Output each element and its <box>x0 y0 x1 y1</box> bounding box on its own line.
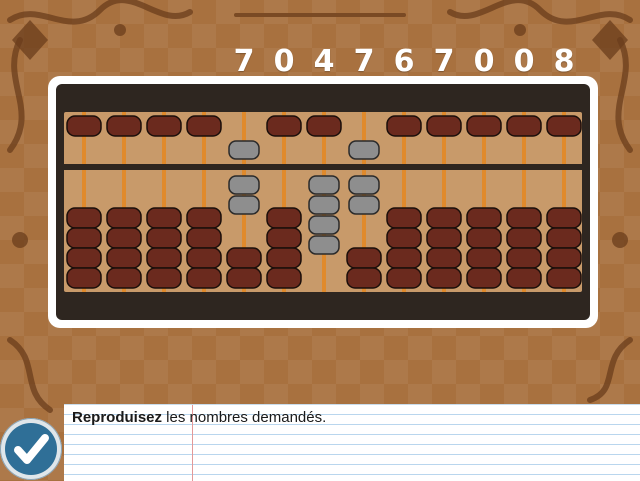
abacus-upper-bead <box>426 115 462 137</box>
abacus-lower-bead-active <box>348 195 380 215</box>
abacus-lower-bead <box>386 267 422 289</box>
target-digit: 4 <box>313 44 335 79</box>
abacus-lower-bead <box>106 227 142 249</box>
abacus-upper-bead <box>266 115 302 137</box>
title-underline <box>234 13 406 17</box>
abacus-lower-bead <box>346 267 382 289</box>
target-digit: 7 <box>433 44 455 79</box>
instruction-rest: les nombres demandés. <box>162 409 327 426</box>
validate-button[interactable] <box>0 418 62 480</box>
abacus-lower-bead <box>426 207 462 229</box>
abacus-lower-bead <box>426 227 462 249</box>
abacus-upper-bead <box>546 115 582 137</box>
target-digit: 7 <box>353 44 375 79</box>
abacus-lower-bead <box>386 207 422 229</box>
abacus-lower-bead <box>466 267 502 289</box>
abacus-lower-bead <box>146 207 182 229</box>
abacus-lower-bead <box>506 267 542 289</box>
abacus-lower-bead <box>146 267 182 289</box>
abacus-upper-bead <box>466 115 502 137</box>
target-digit: 6 <box>393 44 415 79</box>
abacus-lower-bead <box>66 247 102 269</box>
abacus-lower-bead <box>386 227 422 249</box>
target-digit: 0 <box>473 44 495 79</box>
abacus-lower-bead-active <box>308 235 340 255</box>
abacus-lower-bead <box>466 207 502 229</box>
abacus-lower-bead <box>546 207 582 229</box>
abacus-lower-bead <box>386 247 422 269</box>
abacus-upper-bead <box>146 115 182 137</box>
abacus-lower-bead-active <box>308 195 340 215</box>
abacus-lower-bead <box>66 207 102 229</box>
abacus-lower-bead <box>426 267 462 289</box>
target-digit: 7 <box>233 44 255 79</box>
abacus-lower-bead <box>266 227 302 249</box>
abacus-lower-bead <box>266 207 302 229</box>
abacus-lower-bead <box>466 247 502 269</box>
abacus-lower-bead-active <box>228 175 260 195</box>
abacus-lower-bead <box>66 227 102 249</box>
abacus-lower-bead <box>146 247 182 269</box>
abacus-lower-bead-active <box>348 175 380 195</box>
abacus-upper-bead <box>186 115 222 137</box>
abacus-lower-bead <box>546 227 582 249</box>
abacus-lower-bead-active <box>308 175 340 195</box>
instruction-panel: Reproduisez les nombres demandés. <box>64 404 640 481</box>
abacus-lower-bead <box>66 267 102 289</box>
abacus-lower-bead <box>106 247 142 269</box>
abacus-lower-bead <box>226 267 262 289</box>
abacus-lower-bead <box>266 267 302 289</box>
target-digit: 0 <box>513 44 535 79</box>
abacus-lower-bead <box>186 207 222 229</box>
checkmark-icon <box>14 434 49 464</box>
abacus-lower-bead <box>146 227 182 249</box>
abacus-lower-bead <box>186 247 222 269</box>
abacus-lower-bead <box>506 247 542 269</box>
abacus-lower-bead <box>106 267 142 289</box>
abacus-upper-bead-active <box>228 140 260 160</box>
abacus-upper-bead-active <box>348 140 380 160</box>
abacus-lower-bead <box>186 227 222 249</box>
abacus-lower-bead <box>506 207 542 229</box>
abacus-lower-bead <box>106 207 142 229</box>
abacus <box>64 112 582 292</box>
instruction-text: Reproduisez les nombres demandés. <box>72 409 326 426</box>
target-digit: 0 <box>273 44 295 79</box>
abacus-lower-bead <box>546 247 582 269</box>
validate-button-face[interactable] <box>5 423 57 475</box>
abacus-lower-bead <box>186 267 222 289</box>
abacus-lower-bead-active <box>228 195 260 215</box>
abacus-upper-bead <box>506 115 542 137</box>
abacus-upper-bead <box>66 115 102 137</box>
abacus-divider <box>64 164 582 170</box>
abacus-lower-bead <box>506 227 542 249</box>
abacus-upper-bead <box>306 115 342 137</box>
abacus-lower-bead <box>426 247 462 269</box>
target-digit: 8 <box>553 44 575 79</box>
abacus-lower-bead <box>266 247 302 269</box>
abacus-lower-bead <box>226 247 262 269</box>
abacus-lower-bead-active <box>308 215 340 235</box>
abacus-lower-bead <box>346 247 382 269</box>
abacus-upper-bead <box>106 115 142 137</box>
abacus-lower-bead <box>546 267 582 289</box>
abacus-lower-bead <box>466 227 502 249</box>
instruction-bold: Reproduisez <box>72 409 163 426</box>
abacus-upper-bead <box>386 115 422 137</box>
